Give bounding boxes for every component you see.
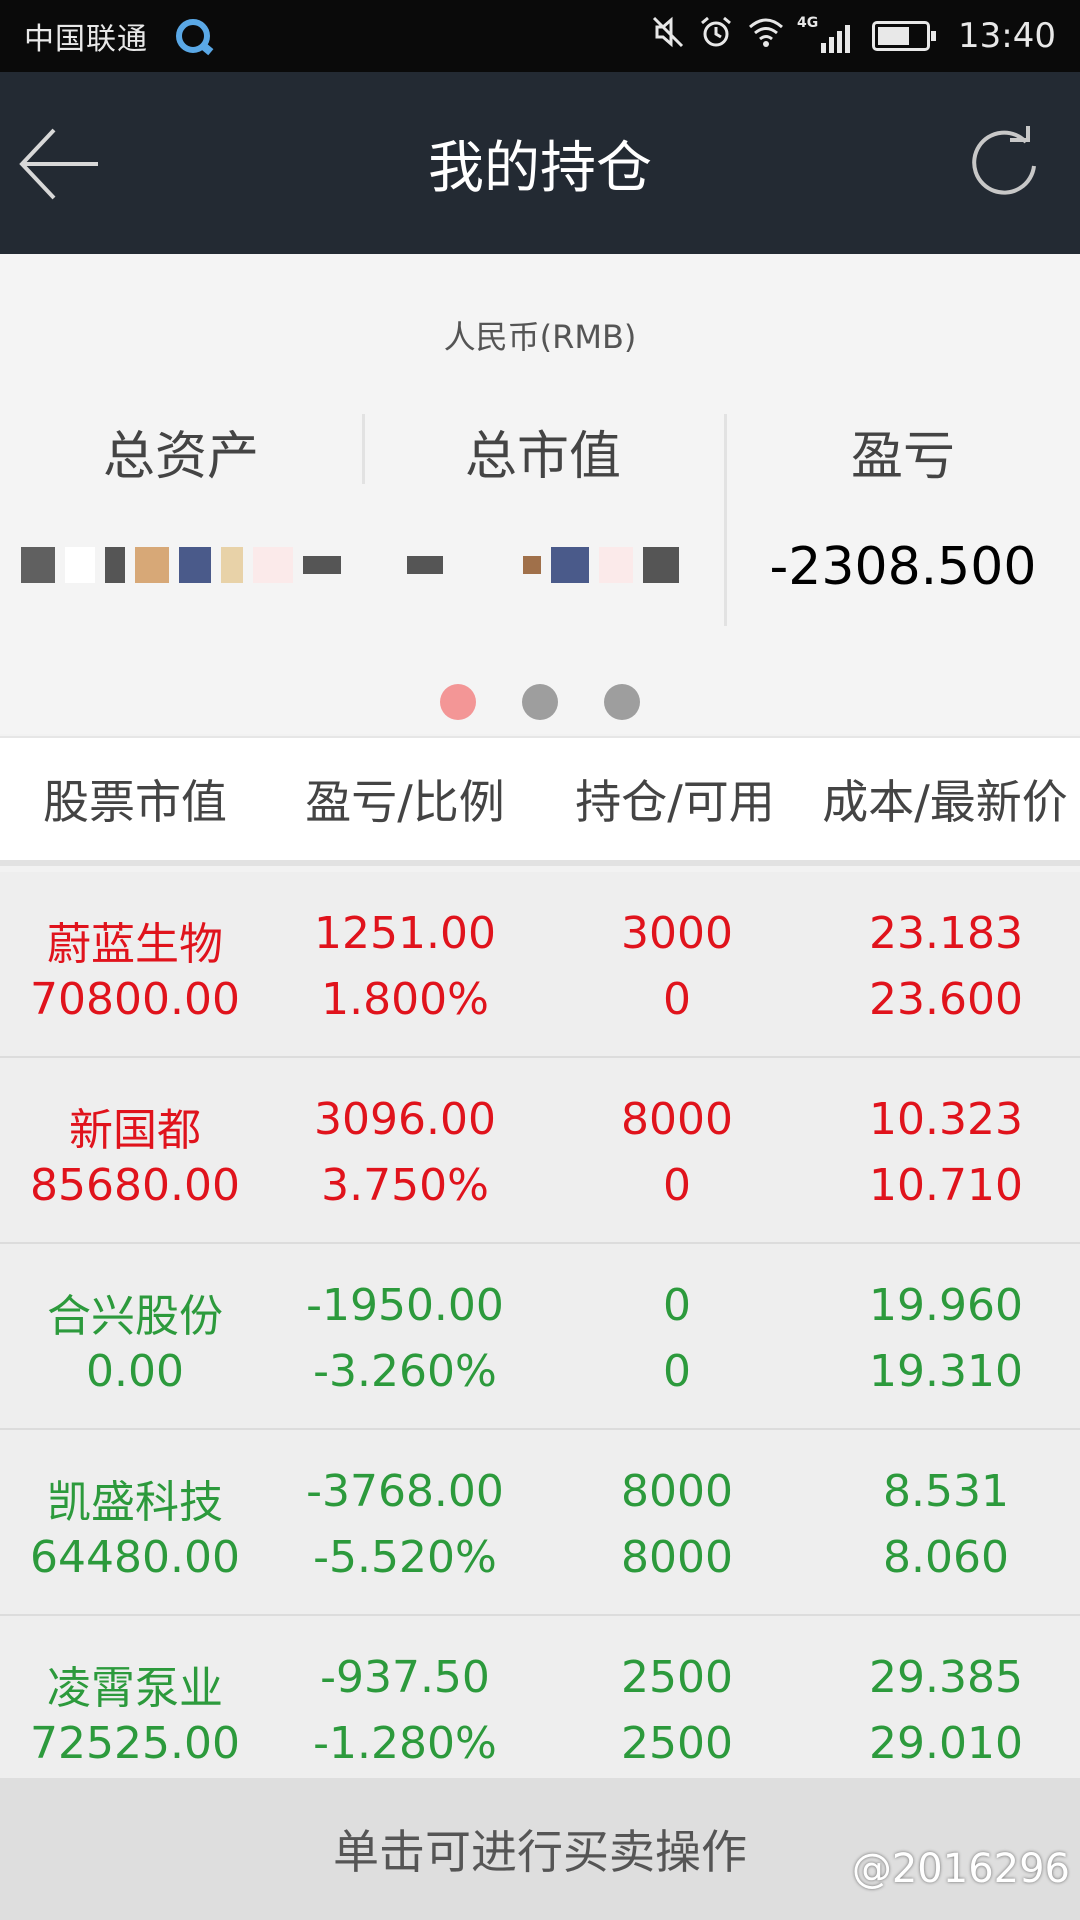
cell-pnl: -3768.00: [306, 1466, 504, 1517]
page-indicator[interactable]: [0, 684, 1080, 720]
cell-latest: 19.310: [869, 1346, 1023, 1397]
cell-position: 8000: [621, 1094, 733, 1145]
cell-name: 新国都: [69, 1105, 201, 1156]
status-bar: 中国联通 4G 13:40: [0, 0, 1080, 72]
cell-cost: 29.385: [869, 1652, 1023, 1703]
page-dot-1[interactable]: [440, 684, 476, 720]
cell-market-value: 72525.00: [30, 1718, 240, 1769]
total-assets-value-redacted: [0, 545, 362, 585]
cell-ratio: -1.280%: [313, 1718, 497, 1769]
cell-name: 合兴股份: [47, 1291, 223, 1342]
header-cost-price: 成本/最新价: [822, 775, 1068, 829]
cell-position: 0: [663, 1280, 691, 1331]
table-row[interactable]: 凯盛科技 64480.00 -3768.00 -5.520% 8000 8000 8.531…: [0, 1430, 1080, 1616]
watermark: @2016296: [851, 1846, 1070, 1892]
cell-cost: 10.323: [869, 1094, 1023, 1145]
cell-market-value: 70800.00: [30, 974, 240, 1025]
cell-latest: 8.060: [883, 1532, 1009, 1583]
table-row[interactable]: 新国都 85680.00 3096.00 3.750% 8000 0 10.323 10.71…: [0, 1058, 1080, 1244]
refresh-icon: [972, 126, 1036, 195]
pnl-value: -2308.500: [769, 537, 1037, 597]
page-dot-2[interactable]: [522, 684, 558, 720]
clock-time: 13:40: [958, 16, 1056, 56]
cell-latest: 29.010: [869, 1718, 1023, 1769]
total-assets-label: 总资产: [102, 427, 259, 487]
cell-market-value: 64480.00: [30, 1532, 240, 1583]
cell-ratio: 3.750%: [321, 1160, 489, 1211]
table-row[interactable]: 合兴股份 0.00 -1950.00 -3.260% 0 0 19.960 19.310: [0, 1244, 1080, 1430]
cell-latest: 10.710: [869, 1160, 1023, 1211]
market-value-redacted: [362, 545, 724, 585]
page-dot-3[interactable]: [604, 684, 640, 720]
total-market-value: 总市值: [362, 414, 724, 634]
status-icons: 4G 13:40: [651, 15, 1056, 57]
title-bar: 我的持仓: [0, 72, 1080, 254]
cell-cost: 8.531: [883, 1466, 1009, 1517]
summary-panel[interactable]: 人民币(RMB) 总资产 总市值 盈亏 -2308.500: [0, 254, 1080, 734]
cell-cost: 19.960: [869, 1280, 1023, 1331]
cell-cost: 23.183: [869, 908, 1023, 959]
profit-loss: 盈亏 -2308.500: [726, 414, 1080, 634]
cell-latest: 23.600: [869, 974, 1023, 1025]
back-button[interactable]: [18, 122, 102, 206]
header-position: 持仓/可用: [575, 775, 775, 829]
cell-available: 0: [663, 1160, 691, 1211]
refresh-button[interactable]: [968, 126, 1044, 202]
cell-name: 凌霄泵业: [47, 1663, 223, 1714]
cell-market-value: 85680.00: [30, 1160, 240, 1211]
cell-available: 2500: [621, 1718, 733, 1769]
qq-browser-icon: [176, 19, 210, 53]
cell-available: 0: [663, 974, 691, 1025]
holdings-list: 蔚蓝生物 70800.00 1251.00 1.800% 3000 0 23.183 23.6…: [0, 872, 1080, 1802]
table-row[interactable]: 凌霄泵业 72525.00 -937.50 -1.280% 2500 2500 29.385…: [0, 1616, 1080, 1802]
cell-ratio: 1.800%: [321, 974, 489, 1025]
cell-position: 3000: [621, 908, 733, 959]
currency-label: 人民币(RMB): [443, 318, 637, 356]
market-value-label: 总市值: [464, 427, 621, 487]
alarm-icon: [699, 15, 733, 57]
trade-hint-bar[interactable]: 单击可进行买卖操作 @2016296: [0, 1778, 1080, 1920]
cell-pnl: -1950.00: [306, 1280, 504, 1331]
signal-icon: 4G: [797, 15, 851, 53]
cell-market-value: 0.00: [86, 1346, 184, 1397]
wifi-icon: [747, 15, 785, 57]
carrier-label: 中国联通: [24, 22, 148, 57]
cell-position: 8000: [621, 1466, 733, 1517]
trade-hint: 单击可进行买卖操作: [333, 1825, 747, 1879]
table-header: 股票市值 盈亏/比例 持仓/可用 成本/最新价: [0, 736, 1080, 866]
header-pnl-ratio: 盈亏/比例: [305, 775, 505, 829]
cell-available: 0: [663, 1346, 691, 1397]
battery-icon: [872, 21, 937, 51]
table-row[interactable]: 蔚蓝生物 70800.00 1251.00 1.800% 3000 0 23.183 23.6…: [0, 872, 1080, 1058]
cell-ratio: -5.520%: [313, 1532, 497, 1583]
cell-name: 蔚蓝生物: [47, 919, 223, 970]
pnl-label: 盈亏: [850, 427, 955, 487]
cell-pnl: -937.50: [320, 1652, 490, 1703]
cell-position: 2500: [621, 1652, 733, 1703]
header-market-value: 股票市值: [43, 775, 227, 829]
mute-icon: [651, 15, 685, 57]
cell-pnl: 1251.00: [314, 908, 496, 959]
page-title: 我的持仓: [428, 135, 652, 201]
cell-available: 8000: [621, 1532, 733, 1583]
cell-ratio: -3.260%: [313, 1346, 497, 1397]
cell-name: 凯盛科技: [47, 1477, 223, 1528]
cell-pnl: 3096.00: [314, 1094, 496, 1145]
arrow-left-icon: [19, 128, 98, 200]
network-type-label: 4G: [797, 15, 819, 31]
total-assets: 总资产: [0, 414, 362, 634]
